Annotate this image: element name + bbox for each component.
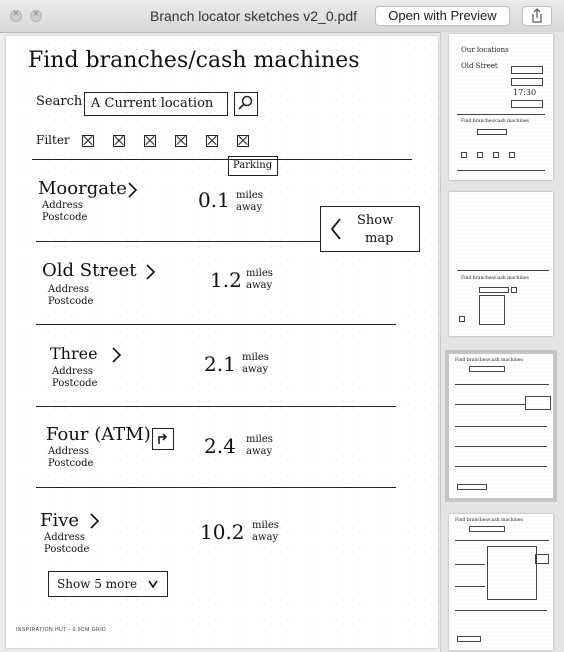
branch-distance: 1.2 bbox=[210, 268, 242, 292]
search-label: Search bbox=[36, 94, 83, 109]
thumb-title: Our locations bbox=[461, 46, 509, 54]
miles-label: miles bbox=[252, 520, 279, 531]
thumb-title: Find branches/cash machines bbox=[455, 518, 523, 523]
away-label: away bbox=[236, 202, 263, 213]
search-icon bbox=[238, 95, 253, 110]
branch-name: Three bbox=[50, 344, 98, 363]
page-thumbnail-3[interactable]: Find branches/cash machines bbox=[445, 350, 557, 502]
show-more-label: Show 5 more bbox=[57, 577, 138, 591]
show-map-label-1: Show bbox=[357, 213, 394, 228]
filter-label: Filter bbox=[36, 133, 70, 147]
open-with-preview-button[interactable]: Open with Preview bbox=[375, 6, 510, 26]
miles-label: miles bbox=[246, 268, 273, 279]
away-label: away bbox=[246, 280, 273, 291]
chevron-left-icon bbox=[330, 218, 341, 240]
share-icon bbox=[532, 8, 542, 23]
title-bar: Branch locator sketches v2_0.pdf Open wi… bbox=[0, 0, 564, 33]
miles-label: miles bbox=[242, 352, 269, 363]
branch-distance: 2.4 bbox=[204, 434, 236, 458]
branch-address: Address bbox=[48, 284, 89, 295]
chevron-right-icon bbox=[146, 264, 156, 280]
divider bbox=[36, 406, 396, 407]
miles-label: miles bbox=[246, 434, 273, 445]
branch-address: Address bbox=[44, 532, 85, 543]
branch-distance: 2.1 bbox=[204, 352, 236, 376]
filter-checkbox[interactable] bbox=[82, 135, 94, 147]
chevron-right-icon bbox=[90, 513, 100, 529]
branch-name: Four (ATM) bbox=[46, 424, 151, 445]
miles-label: miles bbox=[236, 190, 263, 201]
page-heading: Find branches/cash machines bbox=[28, 48, 360, 73]
search-value: A Current location bbox=[91, 96, 214, 111]
branch-postcode: Postcode bbox=[48, 296, 94, 307]
branch-address: Address bbox=[52, 366, 93, 377]
filter-checkbox-parking[interactable] bbox=[237, 135, 249, 147]
branch-postcode: Postcode bbox=[42, 212, 88, 223]
parking-tooltip-text: Parking bbox=[233, 160, 273, 171]
search-input[interactable]: A Current location bbox=[84, 92, 228, 116]
away-label: away bbox=[242, 364, 269, 375]
divider bbox=[36, 487, 396, 488]
branch-distance: 10.2 bbox=[200, 520, 245, 544]
branch-name: Old Street bbox=[42, 260, 137, 281]
directions-button[interactable] bbox=[152, 428, 174, 450]
close-window-icon[interactable] bbox=[10, 8, 22, 22]
branch-address: Address bbox=[48, 446, 89, 457]
branch-name: Moorgate bbox=[38, 178, 127, 199]
thumb-subtitle: Find branches/cash machines bbox=[461, 119, 529, 124]
chevron-right-icon bbox=[128, 182, 138, 198]
chevron-right-icon bbox=[112, 347, 122, 363]
away-label: away bbox=[246, 446, 273, 457]
away-label: away bbox=[252, 532, 279, 543]
thumb-time: 17:30 bbox=[513, 88, 537, 97]
divider bbox=[32, 159, 412, 160]
branch-name: Five bbox=[40, 510, 80, 531]
filter-checkbox[interactable] bbox=[113, 135, 125, 147]
minimize-window-icon[interactable] bbox=[30, 8, 42, 22]
pdf-page: Find branches/cash machines Search A Cur… bbox=[6, 36, 438, 648]
show-map-button[interactable]: Show map bbox=[320, 206, 420, 252]
branch-address: Address bbox=[42, 200, 83, 211]
search-button[interactable] bbox=[234, 92, 258, 116]
footer-note: INSPIRATION HUT - 0.5CM GRID bbox=[16, 627, 107, 633]
thumb-branch: Old Street bbox=[461, 62, 498, 70]
window-title: Branch locator sketches v2_0.pdf bbox=[150, 8, 358, 24]
page-thumbnail-2[interactable]: Find branches/cash machines bbox=[449, 192, 553, 336]
divider bbox=[36, 241, 320, 242]
chevron-down-icon bbox=[148, 580, 158, 589]
page-thumbnail-1[interactable]: Our locations Old Street 17:30 Find bran… bbox=[449, 34, 553, 180]
filter-checkbox[interactable] bbox=[144, 135, 156, 147]
filter-checkbox[interactable] bbox=[206, 135, 218, 147]
show-more-button[interactable]: Show 5 more bbox=[48, 571, 168, 597]
page-thumbnail-4[interactable]: Find branches/cash machines bbox=[449, 514, 553, 650]
divider bbox=[36, 324, 396, 325]
show-map-label-2: map bbox=[365, 231, 394, 246]
filter-checkbox[interactable] bbox=[175, 135, 187, 147]
thumb-title: Find branches/cash machines bbox=[461, 276, 529, 281]
branch-postcode: Postcode bbox=[48, 458, 94, 469]
branch-postcode: Postcode bbox=[44, 544, 90, 555]
directions-icon bbox=[158, 433, 168, 444]
thumb-title: Find branches/cash machines bbox=[455, 358, 523, 363]
thumbnail-sidebar: Our locations Old Street 17:30 Find bran… bbox=[440, 32, 564, 652]
branch-distance: 0.1 bbox=[198, 188, 230, 212]
branch-postcode: Postcode bbox=[52, 378, 98, 389]
share-button[interactable] bbox=[522, 6, 552, 26]
